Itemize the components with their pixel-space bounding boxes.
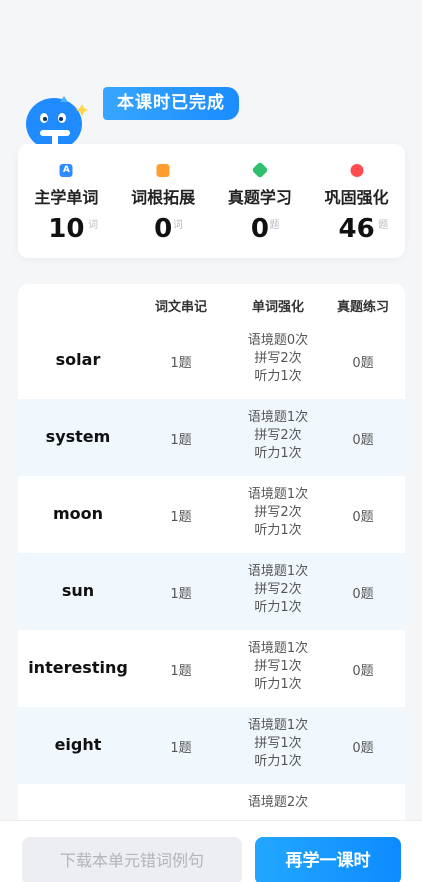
stats-card: A 主学单词 10 词 词根拓展 0 词 真题学习 0 题 巩固强化 46 题 <box>18 144 405 258</box>
table-row: interesting 1题 语境题1次 拼写1次 听力1次 0题 <box>18 630 405 707</box>
row-reinforce: 语境题1次 拼写1次 听力1次 <box>247 641 309 692</box>
row-mnemonic: 1题 <box>170 433 192 448</box>
download-wrong-words-button[interactable]: 下载本单元错词例句 <box>22 837 242 882</box>
stat-main-words: A 主学单词 10 词 <box>18 144 115 258</box>
row-exam: 0题 <box>352 510 374 525</box>
completion-badge: 本课时已完成 <box>103 87 239 120</box>
stat-value: 0 <box>250 214 269 244</box>
row-reinforce: 语境题1次 拼写2次 听力1次 <box>247 564 309 615</box>
stat-value: 0 <box>154 214 173 244</box>
table-header: 词文串记 单词强化 真题练习 <box>18 284 405 322</box>
stat-reinforce: 巩固强化 46 题 <box>308 144 405 258</box>
row-mnemonic: 1题 <box>170 356 192 371</box>
row-exam: 0题 <box>352 433 374 448</box>
stat-value: 10 <box>48 214 85 244</box>
row-mnemonic: 1题 <box>170 587 192 602</box>
loading-dots <box>196 877 236 882</box>
stat-root-expand: 词根拓展 0 词 <box>115 144 212 258</box>
stat-unit: 题 <box>269 220 280 231</box>
row-reinforce: 语境题0次 拼写2次 听力1次 <box>247 333 309 384</box>
row-exam: 0题 <box>352 741 374 756</box>
study-next-lesson-button[interactable]: 再学一课时 <box>255 837 401 882</box>
stat-unit: 词 <box>88 220 98 231</box>
table-row: 语境题2次 <box>18 784 405 824</box>
letter-a-icon: A <box>59 164 73 177</box>
row-word: system <box>45 427 111 446</box>
header-exam-practice: 真题练习 <box>336 300 389 315</box>
stat-exam-study: 真题学习 0 题 <box>212 144 309 258</box>
row-reinforce: 语境题1次 拼写2次 听力1次 <box>247 410 309 461</box>
stat-value: 46 <box>338 214 375 244</box>
stat-unit: 题 <box>378 220 389 231</box>
stat-unit: 词 <box>172 220 183 231</box>
row-word: interesting <box>28 658 128 677</box>
row-word: eight <box>54 735 102 754</box>
stat-label: 主学单词 <box>34 188 99 207</box>
stat-label: 真题学习 <box>227 188 292 207</box>
table-row: solar 1题 语境题0次 拼写2次 听力1次 0题 <box>18 322 405 399</box>
row-mnemonic: 1题 <box>170 741 192 756</box>
row-exam: 0题 <box>352 356 374 371</box>
table-row: eight 1题 语境题1次 拼写1次 听力1次 0题 <box>18 707 405 784</box>
exam-study-icon <box>251 161 269 179</box>
row-exam: 0题 <box>352 587 374 602</box>
root-expand-icon <box>156 164 170 177</box>
row-exam: 0题 <box>352 664 374 679</box>
row-reinforce: 语境题2次 <box>247 795 309 810</box>
row-word: solar <box>55 350 101 369</box>
row-word: sun <box>61 581 95 600</box>
row-reinforce: 语境题1次 拼写1次 听力1次 <box>247 718 309 769</box>
table-row: sun 1题 语境题1次 拼写2次 听力1次 0题 <box>18 553 405 630</box>
row-word: moon <box>52 504 104 523</box>
header-text-mnemonic: 词文串记 <box>154 300 207 315</box>
bottom-action-bar: 下载本单元错词例句 再学一课时 <box>0 820 422 882</box>
table-row: system 1题 语境题1次 拼写2次 听力1次 0题 <box>18 399 405 476</box>
row-reinforce: 语境题1次 拼写2次 听力1次 <box>247 487 309 538</box>
reinforce-icon <box>350 164 364 177</box>
stat-label: 巩固强化 <box>324 188 389 207</box>
word-summary-table: 词文串记 单词强化 真题练习 solar 1题 语境题0次 拼写2次 听力1次 0题… <box>18 284 405 824</box>
row-mnemonic: 1题 <box>170 510 192 525</box>
table-row: moon 1题 语境题1次 拼写2次 听力1次 0题 <box>18 476 405 553</box>
stat-label: 词根拓展 <box>131 188 196 207</box>
row-mnemonic: 1题 <box>170 664 192 679</box>
header-word-reinforce: 单词强化 <box>251 300 304 315</box>
